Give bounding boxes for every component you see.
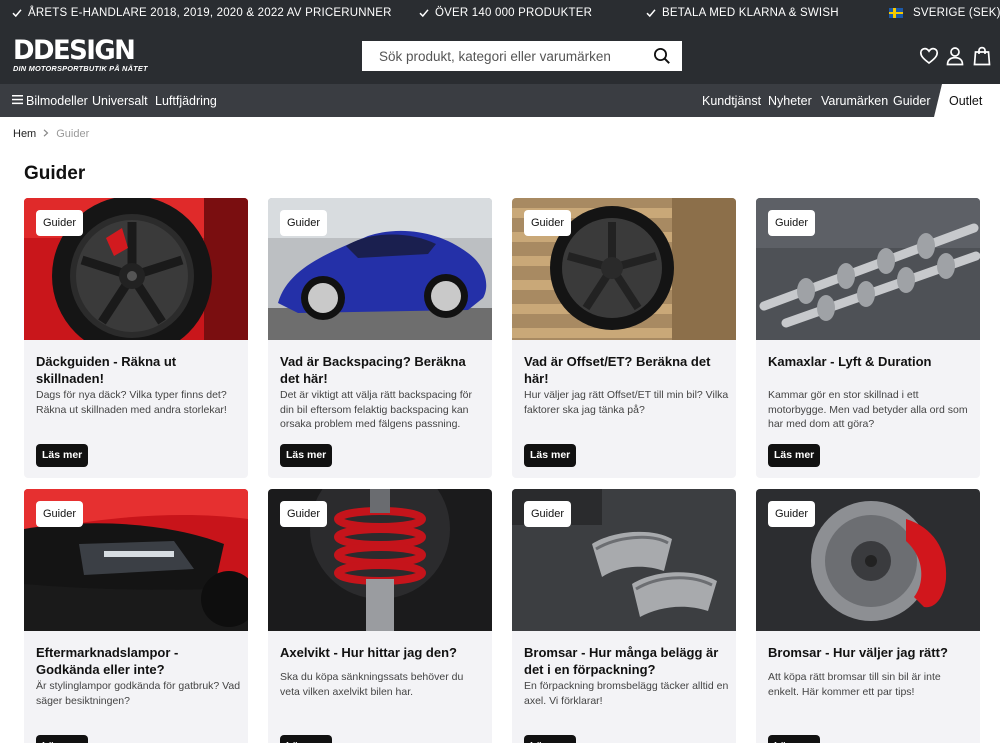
card-title[interactable]: Axelvikt - Hur hittar jag den? (280, 644, 485, 661)
guide-card[interactable]: Guider Bromsar - Hur väljer jag rätt? At… (756, 489, 980, 743)
card-title[interactable]: Bromsar - Hur väljer jag rätt? (768, 644, 973, 661)
promo-bar: ÅRETS E-HANDLARE 2018, 2019, 2020 & 2022… (0, 0, 1000, 28)
guide-card[interactable]: Guider Axelvikt - Hur hittar jag den? Sk… (268, 489, 492, 743)
promo-products: ÖVER 140 000 PRODUKTER (419, 7, 592, 19)
menu-icon (12, 94, 24, 108)
guide-card[interactable]: Guider Bromsar - Hur många belägg är det… (512, 489, 736, 743)
category-tag: Guider (280, 501, 328, 527)
breadcrumb-home[interactable]: Hem (13, 128, 36, 140)
category-tag: Guider (524, 210, 572, 236)
nav-item-nyheter[interactable]: Nyheter (768, 94, 812, 108)
sweden-flag-icon (889, 8, 903, 18)
read-more-button[interactable]: Läs mer (768, 444, 821, 467)
guide-card[interactable]: Guider Eftermarknadslampor - Godkända el… (24, 489, 248, 743)
promo-text: ÖVER 140 000 PRODUKTER (435, 7, 593, 19)
nav-item-label: Bilmodeller (26, 94, 88, 108)
category-tag: Guider (36, 210, 84, 236)
nav-item-luftfjadring[interactable]: Luftfjädring (155, 94, 217, 108)
card-excerpt: Ska du köpa sänkningssats behöver du vet… (280, 671, 464, 698)
promo-pricerunner: ÅRETS E-HANDLARE 2018, 2019, 2020 & 2022… (12, 7, 392, 19)
read-more-button[interactable]: Läs mer (524, 444, 577, 467)
read-more-button[interactable]: Läs mer (36, 735, 89, 743)
heart-icon[interactable] (919, 46, 939, 66)
outlet-label: Outlet (949, 94, 983, 108)
category-tag: Guider (524, 501, 572, 527)
main-navigation: Bilmodeller Universalt Luftfjädring Kund… (0, 84, 1000, 117)
card-excerpt: Hur väljer jag rätt Offset/ET till min b… (524, 389, 729, 416)
card-title[interactable]: Vad är Backspacing? Beräkna det här! (280, 353, 485, 387)
read-more-button[interactable]: Läs mer (524, 735, 577, 743)
read-more-button[interactable]: Läs mer (280, 735, 333, 743)
guide-card[interactable]: Guider Däckguiden - Räkna ut skillnaden!… (24, 198, 248, 478)
card-excerpt: Kammar gör en stor skillnad i ett motorb… (768, 389, 968, 430)
guide-card[interactable]: Guider Vad är Offset/ET? Beräkna det här… (512, 198, 736, 478)
site-header: DDESIGN DIN MOTORSPORTBUTIK PÅ NÄTET (0, 28, 1000, 84)
card-title[interactable]: Kamaxlar - Lyft & Duration (768, 353, 973, 370)
category-tag: Guider (768, 501, 816, 527)
page-title: Guider (24, 163, 86, 184)
promo-text: BETALA MED KLARNA & SWISH (662, 7, 839, 19)
card-excerpt: Är stylinglampor godkända för gatbruk? V… (36, 680, 241, 707)
card-excerpt: Dags för nya däck? Vilka typer finns det… (36, 389, 227, 416)
nav-item-bilmodeller[interactable]: Bilmodeller (12, 94, 88, 108)
shopping-bag-icon[interactable] (972, 46, 992, 66)
user-account-icon[interactable] (945, 46, 965, 66)
breadcrumb: Hem Guider (13, 128, 89, 140)
promo-payment: BETALA MED KLARNA & SWISH (646, 7, 839, 19)
chevron-right-icon (43, 128, 49, 140)
nav-item-varumarken[interactable]: Varumärken (821, 94, 888, 108)
category-tag: Guider (280, 210, 328, 236)
read-more-button[interactable]: Läs mer (280, 444, 333, 467)
region-selector[interactable]: SVERIGE (SEK) (889, 7, 1000, 19)
breadcrumb-current: Guider (56, 128, 90, 140)
nav-item-kundtjanst[interactable]: Kundtjänst (702, 94, 761, 108)
card-title[interactable]: Vad är Offset/ET? Beräkna det här! (524, 353, 729, 387)
logo-wordmark: DDESIGN (13, 35, 136, 66)
card-excerpt: En förpackning bromsbelägg täcker alltid… (524, 680, 729, 707)
promo-text: ÅRETS E-HANDLARE 2018, 2019, 2020 & 2022… (28, 7, 392, 19)
guide-card[interactable]: Guider Vad är Backspacing? Beräkna det h… (268, 198, 492, 478)
card-excerpt: Det är viktigt att välja rätt backspacin… (280, 389, 472, 430)
nav-item-universalt[interactable]: Universalt (92, 94, 148, 108)
guide-card[interactable]: Guider Kamaxlar - Lyft & Duration Kammar… (756, 198, 980, 478)
nav-item-guider[interactable]: Guider (893, 94, 931, 108)
nav-item-outlet[interactable]: Outlet (934, 84, 1000, 117)
card-title[interactable]: Eftermarknadslampor - Godkända eller int… (36, 644, 241, 678)
category-tag: Guider (768, 210, 816, 236)
read-more-button[interactable]: Läs mer (768, 735, 821, 743)
search-input[interactable] (363, 42, 643, 70)
card-excerpt: Att köpa rätt bromsar till sin bil är in… (768, 671, 941, 698)
card-title[interactable]: Bromsar - Hur många belägg är det i en f… (524, 644, 729, 678)
check-icon (12, 8, 22, 18)
card-title[interactable]: Däckguiden - Räkna ut skillnaden! (36, 353, 241, 387)
check-icon (419, 8, 429, 18)
search-icon[interactable] (653, 47, 671, 65)
region-label: SVERIGE (SEK) (913, 7, 1000, 19)
check-icon (646, 8, 656, 18)
site-logo[interactable]: DDESIGN DIN MOTORSPORTBUTIK PÅ NÄTET (13, 35, 148, 74)
category-tag: Guider (36, 501, 84, 527)
search-box (362, 41, 682, 71)
read-more-button[interactable]: Läs mer (36, 444, 89, 467)
